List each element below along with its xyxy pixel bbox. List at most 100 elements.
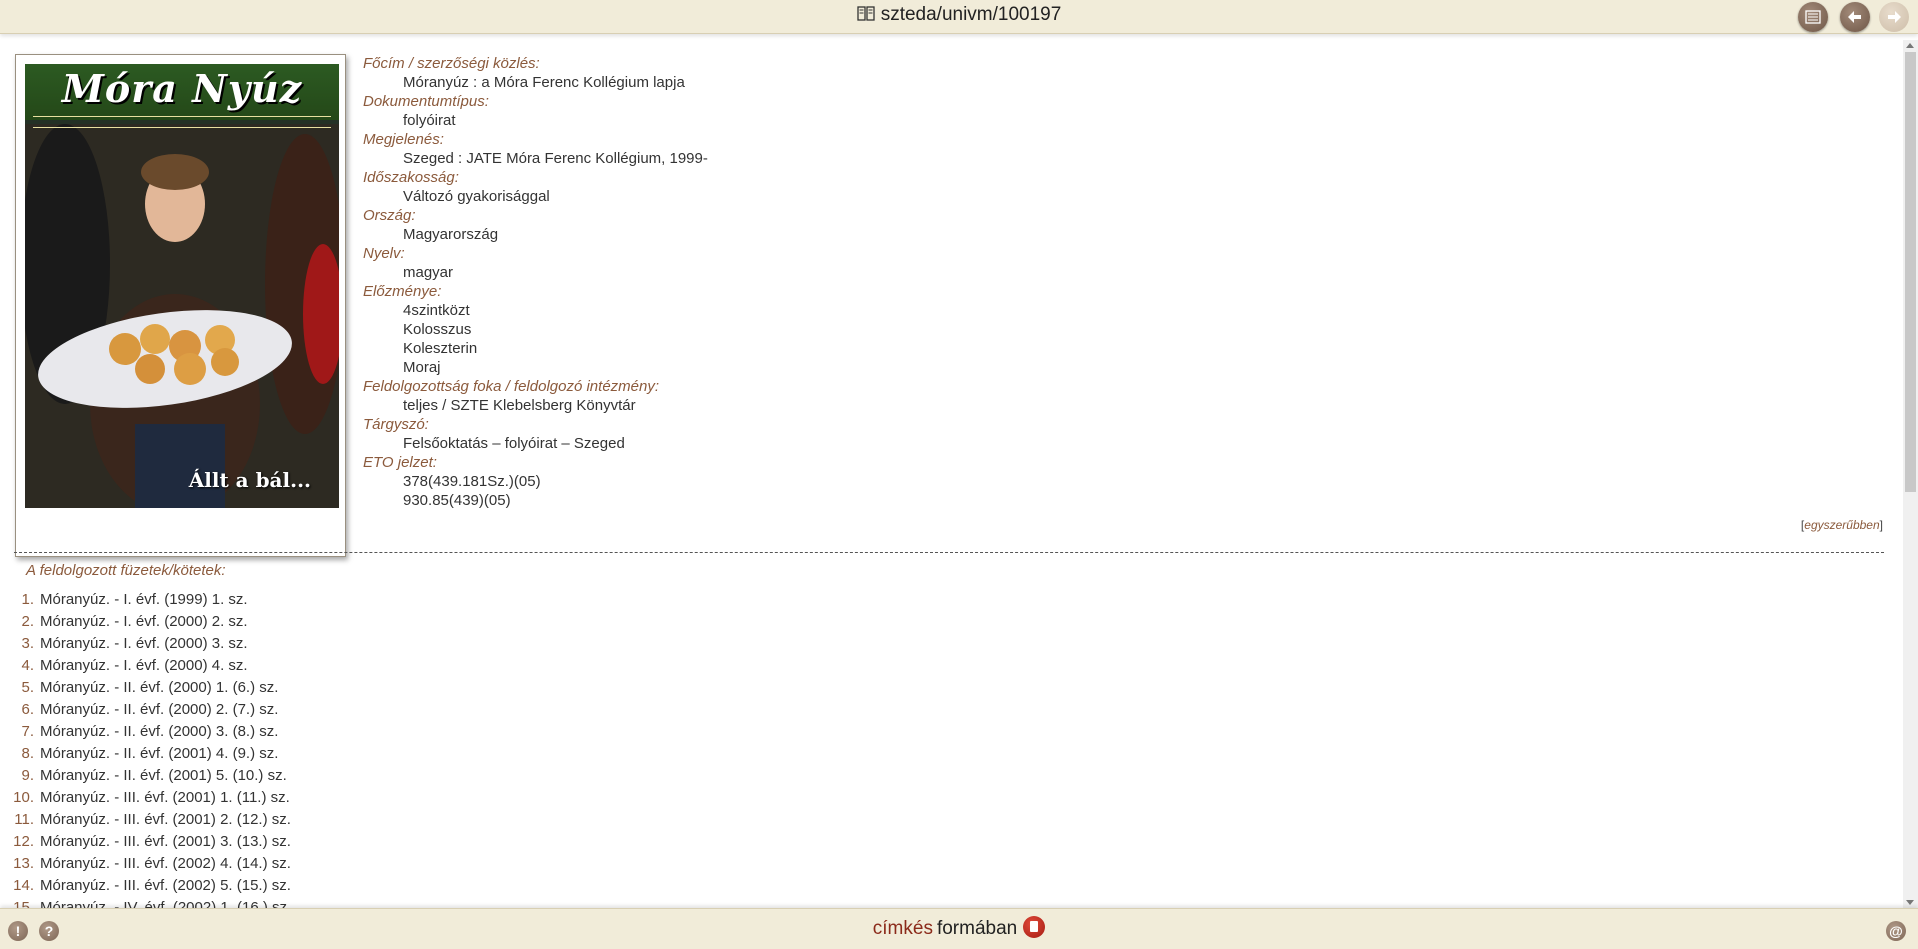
arrow-right-icon <box>1888 11 1901 23</box>
issue-link[interactable]: Móranyúz. - II. évf. (2000) 3. (8.) sz. <box>40 723 278 740</box>
simpler-view-link[interactable]: egyszerűbben <box>1804 518 1879 532</box>
issue-link[interactable]: Móranyúz. - II. évf. (2001) 5. (10.) sz. <box>40 767 287 784</box>
field-label: Megjelenés: <box>363 131 444 148</box>
issue-link[interactable]: Móranyúz. - III. évf. (2002) 4. (14.) sz… <box>40 855 291 872</box>
issue-number: 11. <box>14 811 34 828</box>
field-label: Ország: <box>363 207 416 224</box>
issue-item[interactable]: 7. Móranyúz. - II. évf. (2000) 3. (8.) sz… <box>0 721 800 743</box>
cover-subline <box>33 116 331 128</box>
field-label: Tárgyszó: <box>363 416 429 433</box>
issue-item[interactable]: 8. Móranyúz. - II. évf. (2001) 4. (9.) sz… <box>0 743 800 765</box>
field-value: Móranyúz : a Móra Ferenc Kollégium lapja <box>403 74 685 91</box>
issue-number: 1. <box>21 591 34 608</box>
issue-number: 6. <box>21 701 34 718</box>
forward-button[interactable] <box>1879 2 1909 32</box>
field-label: Feldolgozottság foka / feldolgozó intézm… <box>363 378 660 395</box>
issue-link[interactable]: Móranyúz. - III. évf. (2002) 5. (15.) sz… <box>40 877 291 894</box>
issue-link[interactable]: Móranyúz. - III. évf. (2001) 3. (13.) sz… <box>40 833 291 850</box>
issue-number: 13. <box>13 855 34 872</box>
issue-number: 2. <box>21 613 34 630</box>
field-label: Előzménye: <box>363 283 442 300</box>
issue-number: 15. <box>13 899 34 908</box>
field-value: 930.85(439)(05) <box>403 492 511 509</box>
issue-link[interactable]: Móranyúz. - I. évf. (1999) 1. sz. <box>40 591 248 608</box>
vertical-scrollbar[interactable] <box>1903 40 1918 908</box>
field-value: Kolosszus <box>403 321 472 338</box>
issue-number: 7. <box>21 723 34 740</box>
labeled-format-word1[interactable]: címkés <box>873 918 933 939</box>
field-label: Főcím / szerzőségi közlés: <box>363 55 540 72</box>
issues-list: 1. Móranyúz. - I. évf. (1999) 1. sz. 2. Mór… <box>0 589 800 908</box>
field-value: folyóirat <box>403 112 456 129</box>
issue-item[interactable]: 13. Móranyúz. - III. évf. (2002) 4. (14.)… <box>0 853 800 875</box>
issue-link[interactable]: Móranyúz. - III. évf. (2001) 2. (12.) sz… <box>40 811 291 828</box>
field-value: magyar <box>403 264 454 281</box>
arrow-left-icon <box>1848 11 1861 23</box>
cover-photo: Móra Nyúz Állt a bál... <box>25 64 339 508</box>
window-title: szteda/univm/100197 <box>880 4 1062 25</box>
scroll-up-arrow-icon[interactable] <box>1906 43 1914 48</box>
issue-number: 3. <box>21 635 34 652</box>
issue-number: 4. <box>21 657 34 674</box>
issue-item[interactable]: 11. Móranyúz. - III. évf. (2001) 2. (12.)… <box>0 809 800 831</box>
issue-item[interactable]: 12. Móranyúz. - III. évf. (2001) 3. (13.)… <box>0 831 800 853</box>
issue-link[interactable]: Móranyúz. - I. évf. (2000) 3. sz. <box>40 635 248 652</box>
cover-caption: Állt a bál... <box>188 468 311 492</box>
simpler-view-link-wrap: [egyszerűbben] <box>1800 518 1883 532</box>
issue-item[interactable]: 14. Móranyúz. - III. évf. (2002) 5. (15.)… <box>0 875 800 897</box>
top-bar: szteda/univm/100197 <box>0 0 1918 34</box>
bottom-bar: ! ? címkés formában @ <box>0 908 1918 949</box>
issue-number: 10. <box>13 789 34 806</box>
field-value: 4szintközt <box>403 302 470 319</box>
section-divider <box>14 552 1884 553</box>
book-icon <box>857 5 875 21</box>
issue-link[interactable]: Móranyúz. - II. évf. (2000) 2. (7.) sz. <box>40 701 278 718</box>
issue-link[interactable]: Móranyúz. - II. évf. (2000) 1. (6.) sz. <box>40 679 278 696</box>
issue-number: 5. <box>21 679 34 696</box>
issue-link[interactable]: Móranyúz. - IV. évf. (2002) 1. (16.) sz. <box>40 899 291 908</box>
field-label: Időszakosság: <box>363 169 459 186</box>
field-label: Dokumentumtípus: <box>363 93 489 110</box>
field-value: Koleszterin <box>403 340 478 357</box>
scroll-down-arrow-icon[interactable] <box>1906 900 1914 905</box>
labeled-format-word2[interactable]: formában <box>937 918 1017 939</box>
cover-masthead: Móra Nyúz <box>61 66 303 111</box>
issue-item[interactable]: 9. Móranyúz. - II. évf. (2001) 5. (10.) s… <box>0 765 800 787</box>
cover-illustration <box>25 124 339 508</box>
issue-item[interactable]: 6. Móranyúz. - II. évf. (2000) 2. (7.) sz… <box>0 699 800 721</box>
field-value: Szeged : JATE Móra Ferenc Kollégium, 199… <box>403 150 708 167</box>
email-button[interactable]: @ <box>1886 921 1906 941</box>
field-value: 378(439.181Sz.)(05) <box>403 473 541 490</box>
back-button[interactable] <box>1840 2 1870 32</box>
scrollbar-thumb[interactable] <box>1905 52 1916 492</box>
issue-item[interactable]: 2. Móranyúz. - I. évf. (2000) 2. sz. <box>0 611 800 633</box>
issue-number: 12. <box>13 833 34 850</box>
issue-link[interactable]: Móranyúz. - I. évf. (2000) 2. sz. <box>40 613 248 630</box>
issue-link[interactable]: Móranyúz. - II. évf. (2001) 4. (9.) sz. <box>40 745 278 762</box>
list-icon <box>1805 10 1821 24</box>
issue-item[interactable]: 15. Móranyúz. - IV. évf. (2002) 1. (16.) … <box>0 897 800 908</box>
issue-item[interactable]: 5. Móranyúz. - II. évf. (2000) 1. (6.) sz… <box>0 677 800 699</box>
issue-item[interactable]: 10. Móranyúz. - III. évf. (2001) 1. (11.)… <box>0 787 800 809</box>
list-view-button[interactable] <box>1798 2 1828 32</box>
pdf-icon[interactable] <box>1023 916 1046 938</box>
field-value: Változó gyakorisággal <box>403 188 550 205</box>
labeled-format-link[interactable]: címkés formában <box>0 916 1918 940</box>
issue-item[interactable]: 4. Móranyúz. - I. évf. (2000) 4. sz. <box>0 655 800 677</box>
issue-item[interactable]: 1. Móranyúz. - I. évf. (1999) 1. sz. <box>0 589 800 611</box>
issue-number: 14. <box>13 877 34 894</box>
issue-link[interactable]: Móranyúz. - III. évf. (2001) 1. (11.) sz… <box>40 789 290 806</box>
field-value: Magyarország <box>403 226 499 243</box>
field-label: Nyelv: <box>363 245 405 262</box>
field-label: ETO jelzet: <box>363 454 437 471</box>
main-content: Móra Nyúz Állt a bál... Főcím / szerzősé… <box>0 34 1903 908</box>
record-details: Főcím / szerzőségi közlés: Móranyúz : a M… <box>363 54 1263 510</box>
issue-number: 8. <box>21 745 34 762</box>
field-value: Felsőoktatás – folyóirat – Szeged <box>403 435 625 452</box>
field-value: teljes / SZTE Klebelsberg Könyvtár <box>403 397 636 414</box>
window-title-wrap: szteda/univm/100197 <box>0 4 1918 26</box>
cover-image[interactable]: Móra Nyúz Állt a bál... <box>15 54 346 557</box>
issue-link[interactable]: Móranyúz. - I. évf. (2000) 4. sz. <box>40 657 248 674</box>
issues-title: A feldolgozott füzetek/kötetek: <box>26 562 226 579</box>
issue-item[interactable]: 3. Móranyúz. - I. évf. (2000) 3. sz. <box>0 633 800 655</box>
